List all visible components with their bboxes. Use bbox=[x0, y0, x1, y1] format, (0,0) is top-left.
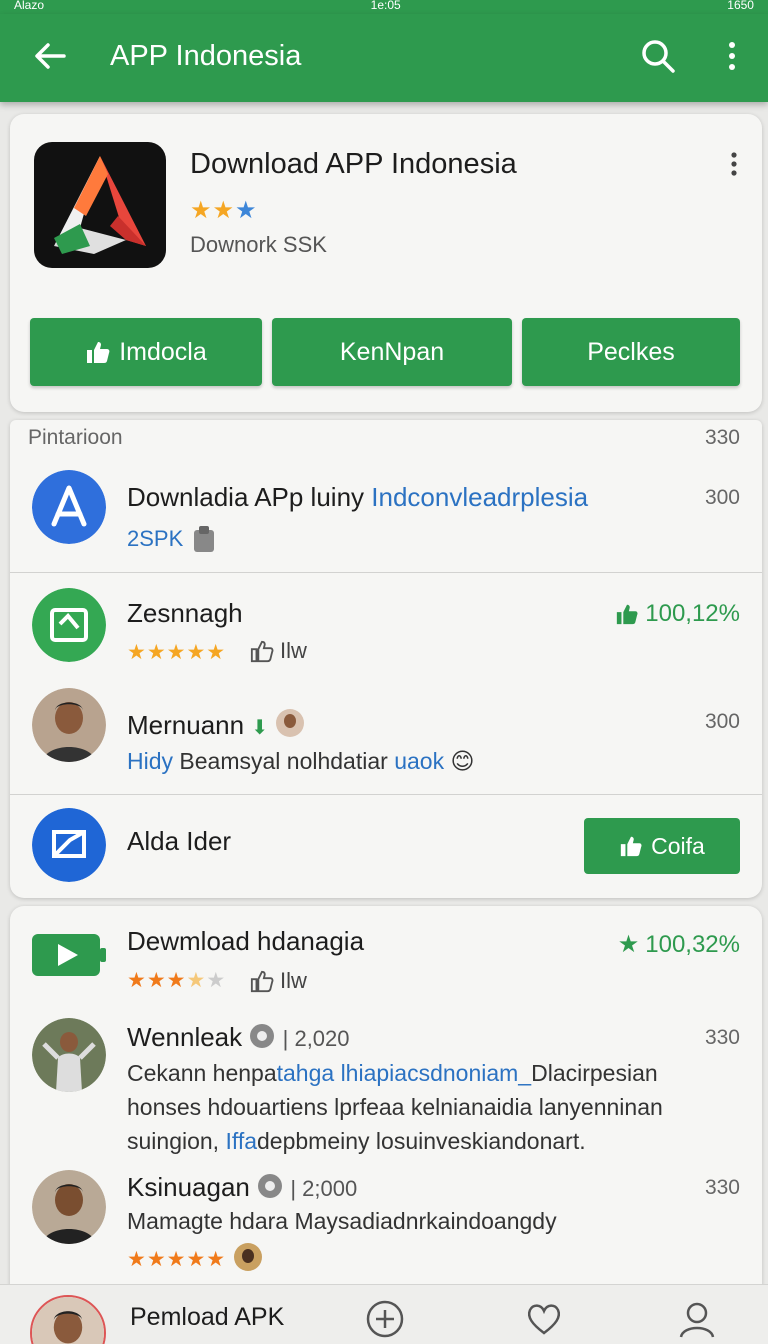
list-item-title: Zesnnagh bbox=[127, 598, 243, 628]
list-item-count: 300 bbox=[704, 710, 740, 733]
play-icon bbox=[32, 934, 106, 976]
app-store-icon bbox=[32, 470, 106, 544]
secondary-action-button[interactable]: KenNpan bbox=[272, 318, 512, 386]
verified-badge-icon bbox=[250, 1024, 275, 1048]
list-item-stat: 100,12% bbox=[645, 600, 740, 627]
list-item-text-lead[interactable]: Hidy bbox=[127, 748, 173, 774]
review-line: honses hdouartiens lprfeaa kelnianaidia … bbox=[127, 1094, 663, 1120]
list-item-stat: | 2,020 bbox=[282, 1026, 350, 1051]
back-arrow-icon[interactable] bbox=[30, 36, 70, 76]
avatar bbox=[32, 1170, 106, 1244]
list-item-title: Alda Ider bbox=[127, 826, 232, 856]
add-icon[interactable] bbox=[365, 1299, 405, 1339]
secondary-action-label: KenNpan bbox=[339, 337, 445, 366]
app-bar-title: APP Indonesia bbox=[110, 40, 302, 72]
profile-avatar[interactable] bbox=[30, 1295, 106, 1344]
status-bar: Alazo 1e:05 1650 bbox=[0, 0, 768, 14]
search-icon[interactable] bbox=[638, 36, 678, 76]
list-item-text-tail[interactable]: uaok bbox=[394, 748, 444, 774]
thumbs-up-icon bbox=[87, 342, 110, 363]
folder-icon bbox=[32, 588, 106, 662]
review-line: suingion, Iffadepbmeiny losuinveskiandon… bbox=[127, 1128, 586, 1154]
message-icon bbox=[32, 808, 106, 882]
profile-icon[interactable] bbox=[677, 1299, 717, 1339]
divider bbox=[10, 572, 762, 573]
avatar bbox=[32, 688, 106, 762]
avatar-small bbox=[233, 1243, 262, 1271]
more-vert-icon[interactable] bbox=[716, 38, 748, 74]
section-count: 330 bbox=[704, 426, 740, 449]
thumbs-up-icon bbox=[250, 640, 274, 663]
rating-stars: ★★★★★ bbox=[127, 1248, 227, 1271]
status-right: 1650 bbox=[727, 0, 754, 12]
app-subtitle: Downork SSK bbox=[190, 232, 327, 257]
app-bar: APP Indonesia bbox=[0, 14, 768, 102]
app-logo bbox=[34, 142, 166, 268]
list-item-title: Wennleak bbox=[127, 1022, 243, 1052]
bottom-nav-label: Pemload APK bbox=[130, 1303, 285, 1331]
divider bbox=[10, 794, 762, 795]
list-item-stat: 100,32% bbox=[645, 930, 740, 958]
list-item-count: 330 bbox=[704, 1026, 740, 1049]
star-icon: ★ bbox=[617, 931, 640, 958]
section-label: Pintarioon bbox=[28, 426, 123, 449]
list-item-title: Dewmload hdanagia bbox=[127, 926, 365, 956]
list-item-meta: 2SPK bbox=[127, 526, 184, 551]
rating-stars: ★★★ bbox=[190, 197, 258, 224]
rating-stars: ★★★★★ bbox=[127, 641, 227, 664]
list-item-text: Beamsyal nolhdatiar bbox=[179, 748, 388, 774]
status-time: 1e:05 bbox=[370, 0, 401, 12]
avatar-small bbox=[276, 709, 305, 737]
smile-emoji-icon: 😊 bbox=[450, 748, 475, 774]
tertiary-action-button[interactable]: Peclkes bbox=[522, 318, 740, 386]
verified-badge-icon bbox=[258, 1174, 283, 1198]
list-item-title: Ksinuagan bbox=[127, 1172, 250, 1202]
list-item-count: 300 bbox=[704, 486, 740, 509]
list-item-meta: Ilw bbox=[280, 968, 307, 993]
list-item-stat: | 2;000 bbox=[290, 1176, 358, 1201]
app-title: Download APP Indonesia bbox=[190, 148, 517, 180]
status-left: Alazo bbox=[14, 0, 45, 12]
primary-action-button[interactable]: Imdocla bbox=[30, 318, 262, 386]
tertiary-action-label: Peclkes bbox=[587, 337, 675, 366]
list-item-count: 330 bbox=[704, 1176, 740, 1199]
avatar bbox=[32, 1018, 106, 1092]
app-list-card: Pintarioon 330 Downladia APp luiny Indco… bbox=[10, 420, 762, 898]
list-item-title: Downladia APp luiny bbox=[127, 482, 365, 512]
clipboard-icon bbox=[194, 526, 215, 552]
list-item-link[interactable]: Indconvleadrplesia bbox=[371, 482, 588, 512]
follow-button[interactable]: Coifa bbox=[584, 818, 740, 874]
app-header-card: Download APP Indonesia ★★★ Downork SSK I… bbox=[10, 114, 762, 412]
review-line: Cekann henpatahga lhiapiacsdnoniam_Dlaci… bbox=[127, 1060, 658, 1086]
review-list-card: Dewmload hdanagia ★ 100,32% ★★★★★ Ilw We… bbox=[10, 906, 762, 1288]
list-item-meta: Ilw bbox=[280, 638, 307, 663]
follow-button-label: Coifa bbox=[651, 832, 705, 859]
thumbs-up-icon bbox=[250, 970, 274, 993]
heart-icon[interactable] bbox=[524, 1299, 564, 1339]
bottom-nav: Pemload APK bbox=[0, 1284, 768, 1344]
list-item-title: Mernuann bbox=[127, 710, 245, 740]
thumbs-up-icon bbox=[620, 836, 642, 857]
leaf-icon: ⬇ bbox=[251, 717, 269, 739]
more-vert-icon[interactable] bbox=[722, 150, 746, 178]
thumbs-up-icon bbox=[617, 604, 638, 625]
primary-action-label: Imdocla bbox=[119, 337, 207, 366]
list-item-text: Mamagte hdara Maysadiadnrkaindoangdy bbox=[127, 1208, 557, 1234]
rating-stars: ★★★★★ bbox=[127, 969, 227, 992]
